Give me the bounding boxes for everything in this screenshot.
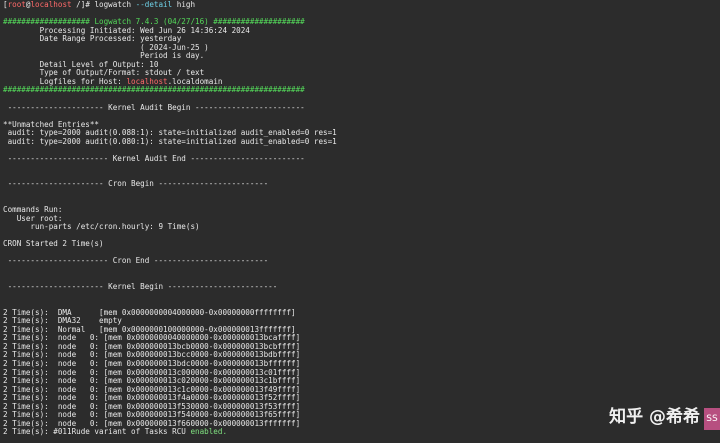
rcu-prefix: 2 Time(s): #011Rude variant of Tasks RCU <box>3 427 191 437</box>
prompt-path: /]# <box>71 0 95 9</box>
kernel-audit-end: ---------------------- Kernel Audit End … <box>3 153 305 163</box>
command-name: logwatch <box>94 0 136 9</box>
cron-begin: --------------------- Cron Begin -------… <box>3 179 269 189</box>
zhihu-watermark: 知乎 @希希 <box>609 402 700 427</box>
cron-started: CRON Started 2 Time(s) <box>3 239 104 249</box>
command-arg: high <box>172 0 196 9</box>
cron-end: ---------------------- Cron End --------… <box>3 256 269 266</box>
prompt-line: [root@localhost /]# logwatch --detail hi… <box>3 0 720 10</box>
terminal-window[interactable]: [root@localhost /]# logwatch --detail hi… <box>0 0 720 443</box>
watermark-badge: SS <box>704 408 720 430</box>
commands-run: Commands Run: <box>3 205 63 215</box>
rcu-enabled: enabled. <box>190 427 228 437</box>
prompt-host: localhost <box>30 0 72 9</box>
rcu-line: 2 Time(s): #011Rude variant of Tasks RCU… <box>3 428 720 437</box>
prompt-user: root <box>7 0 26 9</box>
kernel-begin: --------------------- Kernel Begin -----… <box>3 282 278 292</box>
kernel-audit-begin: --------------------- Kernel Audit Begin… <box>3 102 305 112</box>
banner-title: Logwatch 7.4.3 (04/27/16) <box>94 17 209 27</box>
banner-right: #################### <box>208 17 305 27</box>
banner-bottom: ########################################… <box>3 85 305 95</box>
audit-entry: audit: type=2000 audit(0.080:1): state=i… <box>3 136 337 146</box>
watermark-text: 知乎 @希希 <box>609 407 700 427</box>
banner-left: ################### <box>3 17 95 27</box>
run-parts-line: run-parts /etc/cron.hourly: 9 Time(s) <box>3 222 200 232</box>
command-flag: --detail <box>135 0 173 9</box>
